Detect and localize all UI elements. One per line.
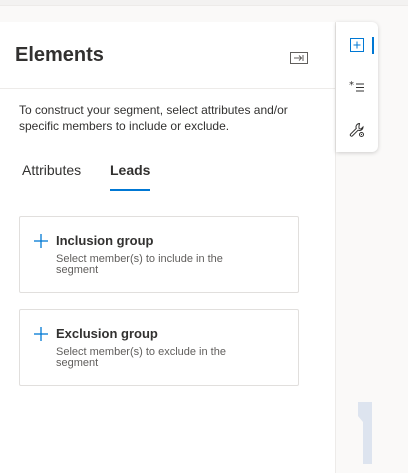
collapse-panel-icon [290, 52, 308, 64]
list-bullet-icon: * [349, 80, 364, 92]
add-element-icon [350, 38, 364, 52]
rail-list-button[interactable]: * [342, 72, 372, 102]
tab-attributes[interactable]: Attributes [22, 162, 81, 178]
exclusion-group-title: Exclusion group [56, 326, 158, 341]
inclusion-group-title: Inclusion group [56, 233, 154, 248]
svg-text:*: * [349, 80, 354, 91]
wrench-settings-icon [349, 122, 364, 137]
panel-description: To construct your segment, select attrib… [19, 103, 288, 133]
collapse-panel-button[interactable] [290, 51, 308, 64]
rail-add-element-button[interactable] [342, 30, 372, 60]
rail-settings-button[interactable] [342, 115, 372, 145]
scrollbar-thumb[interactable] [358, 402, 372, 464]
elements-panel: Elements To construct your segment, sele… [0, 22, 336, 473]
active-tab-indicator [110, 189, 151, 191]
panel-header: Elements [0, 22, 335, 89]
inclusion-group-card[interactable]: Inclusion group Select member(s) to incl… [19, 216, 299, 293]
rail-selected-indicator [372, 37, 374, 54]
panel-title: Elements [15, 44, 104, 66]
exclusion-group-subtitle: Select member(s) to exclude in the segme… [56, 346, 226, 369]
side-rail: * [336, 22, 378, 152]
add-icon [34, 327, 48, 341]
tab-leads[interactable]: Leads [110, 162, 151, 191]
inclusion-group-subtitle: Select member(s) to include in the segme… [56, 253, 223, 276]
tab-attributes-label: Attributes [22, 162, 82, 178]
exclusion-group-card[interactable]: Exclusion group Select member(s) to excl… [19, 309, 299, 386]
add-icon [34, 234, 48, 248]
tab-leads-label: Leads [110, 162, 151, 178]
top-strip [0, 0, 408, 6]
